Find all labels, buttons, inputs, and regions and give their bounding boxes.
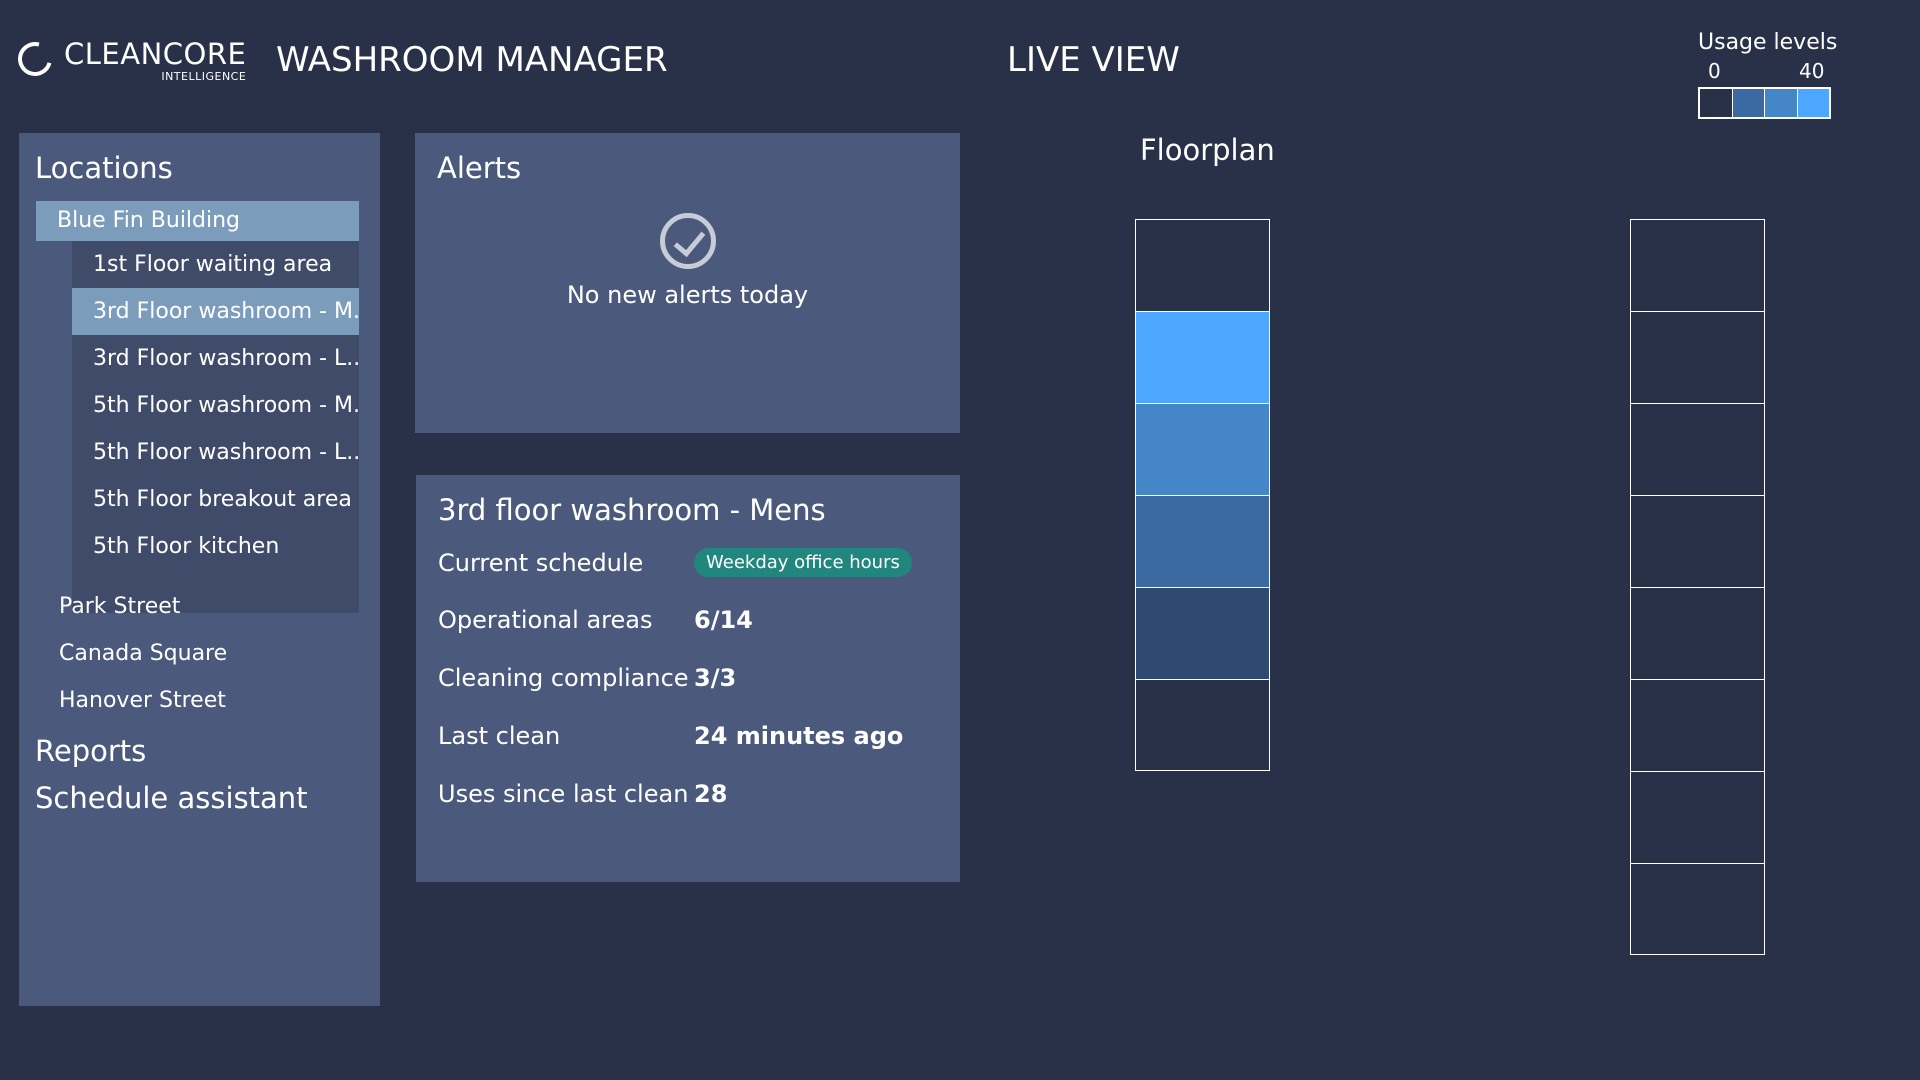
alert-message: No new alerts today xyxy=(566,281,809,309)
floorplan-zone[interactable] xyxy=(1630,311,1765,403)
check-circle-icon xyxy=(660,213,716,269)
details-title: 3rd floor washroom - Mens xyxy=(438,493,826,527)
sidebar-area-item[interactable]: 3rd Floor washroom - L... xyxy=(72,335,359,382)
legend-swatch xyxy=(1797,89,1829,117)
floorplan-zone[interactable] xyxy=(1630,219,1765,311)
alerts-title: Alerts xyxy=(437,151,522,185)
detail-label: Last clean xyxy=(438,722,561,750)
app-title: WASHROOM MANAGER xyxy=(276,40,668,80)
detail-value: 24 minutes ago xyxy=(694,722,904,750)
detail-value: 6/14 xyxy=(694,606,753,634)
floorplan-zone[interactable] xyxy=(1630,403,1765,495)
nav-reports[interactable]: Reports xyxy=(35,734,146,768)
alerts-panel: Alerts No new alerts today xyxy=(415,133,960,433)
floorplan-zone-column-right xyxy=(1630,219,1765,955)
usage-legend: Usage levels 0 40 xyxy=(1698,30,1838,119)
legend-color-scale xyxy=(1698,87,1831,119)
floorplan-zone[interactable] xyxy=(1135,495,1270,587)
sidebar-area-item[interactable]: 5th Floor kitchen xyxy=(72,523,359,570)
sidebar-area-item[interactable]: 1st Floor waiting area xyxy=(72,241,359,288)
location-park-street[interactable]: Park Street xyxy=(59,594,180,619)
floorplan-zone-column-left xyxy=(1135,219,1270,771)
schedule-badge[interactable]: Weekday office hours xyxy=(694,548,912,577)
floorplan-zone[interactable] xyxy=(1135,311,1270,403)
sidebar-area-item[interactable]: 5th Floor washroom - L... xyxy=(72,429,359,476)
legend-swatch xyxy=(1765,89,1798,117)
detail-row-schedule: Current schedule Weekday office hours xyxy=(438,548,912,577)
location-blue-fin-building[interactable]: Blue Fin Building xyxy=(36,201,359,241)
locations-heading: Locations xyxy=(35,151,173,185)
floorplan-zone[interactable] xyxy=(1630,495,1765,587)
building-areas-list: 1st Floor waiting area 3rd Floor washroom… xyxy=(72,241,359,613)
brand-name: CLEANCORE xyxy=(64,37,247,71)
floorplan-zone[interactable] xyxy=(1135,403,1270,495)
legend-max-label: 40 xyxy=(1799,59,1825,83)
legend-swatch xyxy=(1732,89,1765,117)
detail-value: 3/3 xyxy=(694,664,737,692)
detail-label: Operational areas xyxy=(438,606,653,634)
detail-row-last-clean: Last clean 24 minutes ago xyxy=(438,722,903,750)
floorplan-zone[interactable] xyxy=(1135,587,1270,679)
detail-label: Cleaning compliance xyxy=(438,664,689,692)
legend-swatch xyxy=(1700,89,1733,117)
floorplan-zone[interactable] xyxy=(1630,771,1765,863)
detail-row-uses-since-clean: Uses since last clean 28 xyxy=(438,780,727,808)
sidebar-area-item[interactable]: 5th Floor washroom - M... xyxy=(72,382,359,429)
location-hanover-street[interactable]: Hanover Street xyxy=(59,688,226,713)
sidebar-area-item[interactable]: 5th Floor breakout area xyxy=(72,476,359,523)
sidebar-area-item[interactable]: 3rd Floor washroom - M... xyxy=(72,288,359,335)
locations-sidebar: Locations Blue Fin Building 1st Floor wa… xyxy=(19,133,380,1006)
brand-logo: CLEANCORE INTELLIGENCE xyxy=(11,35,247,83)
floorplan-zone[interactable] xyxy=(1630,679,1765,771)
detail-label: Uses since last clean xyxy=(438,780,689,808)
floorplan-zone[interactable] xyxy=(1630,587,1765,679)
nav-schedule-assistant[interactable]: Schedule assistant xyxy=(35,781,308,815)
floorplan-zone[interactable] xyxy=(1135,219,1270,311)
legend-min-label: 0 xyxy=(1708,59,1721,83)
brand-tagline: INTELLIGENCE xyxy=(161,70,247,83)
washroom-details-panel: 3rd floor washroom - Mens Current schedu… xyxy=(416,475,960,882)
floorplan-zone[interactable] xyxy=(1135,679,1270,771)
detail-value: 28 xyxy=(694,780,728,808)
legend-title: Usage levels xyxy=(1698,30,1838,55)
floorplan-title: Floorplan xyxy=(1140,133,1275,167)
detail-row-cleaning-compliance: Cleaning compliance 3/3 xyxy=(438,664,736,692)
cleancore-logo-icon xyxy=(11,35,59,83)
detail-row-operational-areas: Operational areas 6/14 xyxy=(438,606,753,634)
live-view-title: LIVE VIEW xyxy=(1007,40,1180,80)
floorplan-zone[interactable] xyxy=(1630,863,1765,955)
location-canada-square[interactable]: Canada Square xyxy=(59,641,227,666)
detail-label: Current schedule xyxy=(438,548,644,577)
